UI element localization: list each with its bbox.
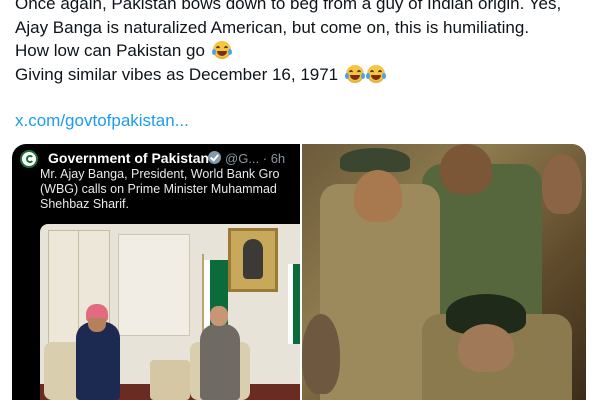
seated-person	[200, 324, 240, 400]
background-face	[542, 154, 582, 214]
quoted-line-3: Shehbaz Sharif.	[40, 197, 129, 211]
quoted-author-name: Government of Pakistan	[48, 150, 210, 166]
quoted-post-screenshot[interactable]: Government of Pakistan @G... · 6h Mr. Aj…	[12, 144, 300, 400]
soldier-face	[440, 144, 492, 194]
tweet-text: Once again, Pakistan bows down to beg fr…	[15, 0, 590, 86]
quoted-line-2: (WBG) calls on Prime Minister Muhammad	[40, 182, 277, 196]
tweet-line-4: Giving similar vibes as December 16, 197…	[15, 63, 590, 87]
background-figure	[302, 314, 340, 394]
quoted-post-header: Government of Pakistan @G... · 6h	[20, 148, 294, 168]
face	[88, 318, 106, 332]
quoted-line-1: Mr. Ajay Banga, President, World Bank Gr…	[40, 167, 280, 181]
officer-cap	[340, 148, 410, 172]
quoted-post-text: Mr. Ajay Banga, President, World Bank Gr…	[40, 167, 298, 212]
external-link[interactable]: x.com/govtofpakistan...	[15, 111, 189, 131]
side-table	[150, 360, 190, 400]
wall-panel	[118, 234, 190, 336]
tweet-line-1: Once again, Pakistan bows down to beg fr…	[15, 0, 562, 13]
face-with-tears-of-joy-icon	[365, 64, 386, 83]
tweet-line-2: Ajay Banga is naturalized American, but …	[15, 17, 530, 37]
officer-face	[354, 170, 402, 222]
seated-officer-face	[458, 324, 514, 372]
government-emblem-icon	[20, 150, 38, 168]
tweet-line-4-text: Giving similar vibes as December 16, 197…	[15, 64, 339, 84]
tweet-line-3: How low can Pakistan go	[15, 39, 590, 63]
media-grid[interactable]: Government of Pakistan @G... · 6h Mr. Aj…	[12, 144, 586, 400]
framed-portrait	[228, 228, 278, 292]
seated-person	[76, 322, 120, 400]
meeting-photo[interactable]	[40, 224, 300, 400]
quoted-author-handle: @G... · 6h	[225, 151, 286, 166]
historical-surrender-photo[interactable]	[302, 144, 586, 400]
tweet-line-3-text: How low can Pakistan go	[15, 41, 205, 60]
face-with-tears-of-joy-icon	[211, 41, 232, 59]
verified-badge-icon	[208, 151, 221, 164]
face-with-tears-of-joy-icon	[344, 64, 365, 83]
face	[210, 306, 228, 326]
pakistan-flag	[288, 264, 300, 344]
